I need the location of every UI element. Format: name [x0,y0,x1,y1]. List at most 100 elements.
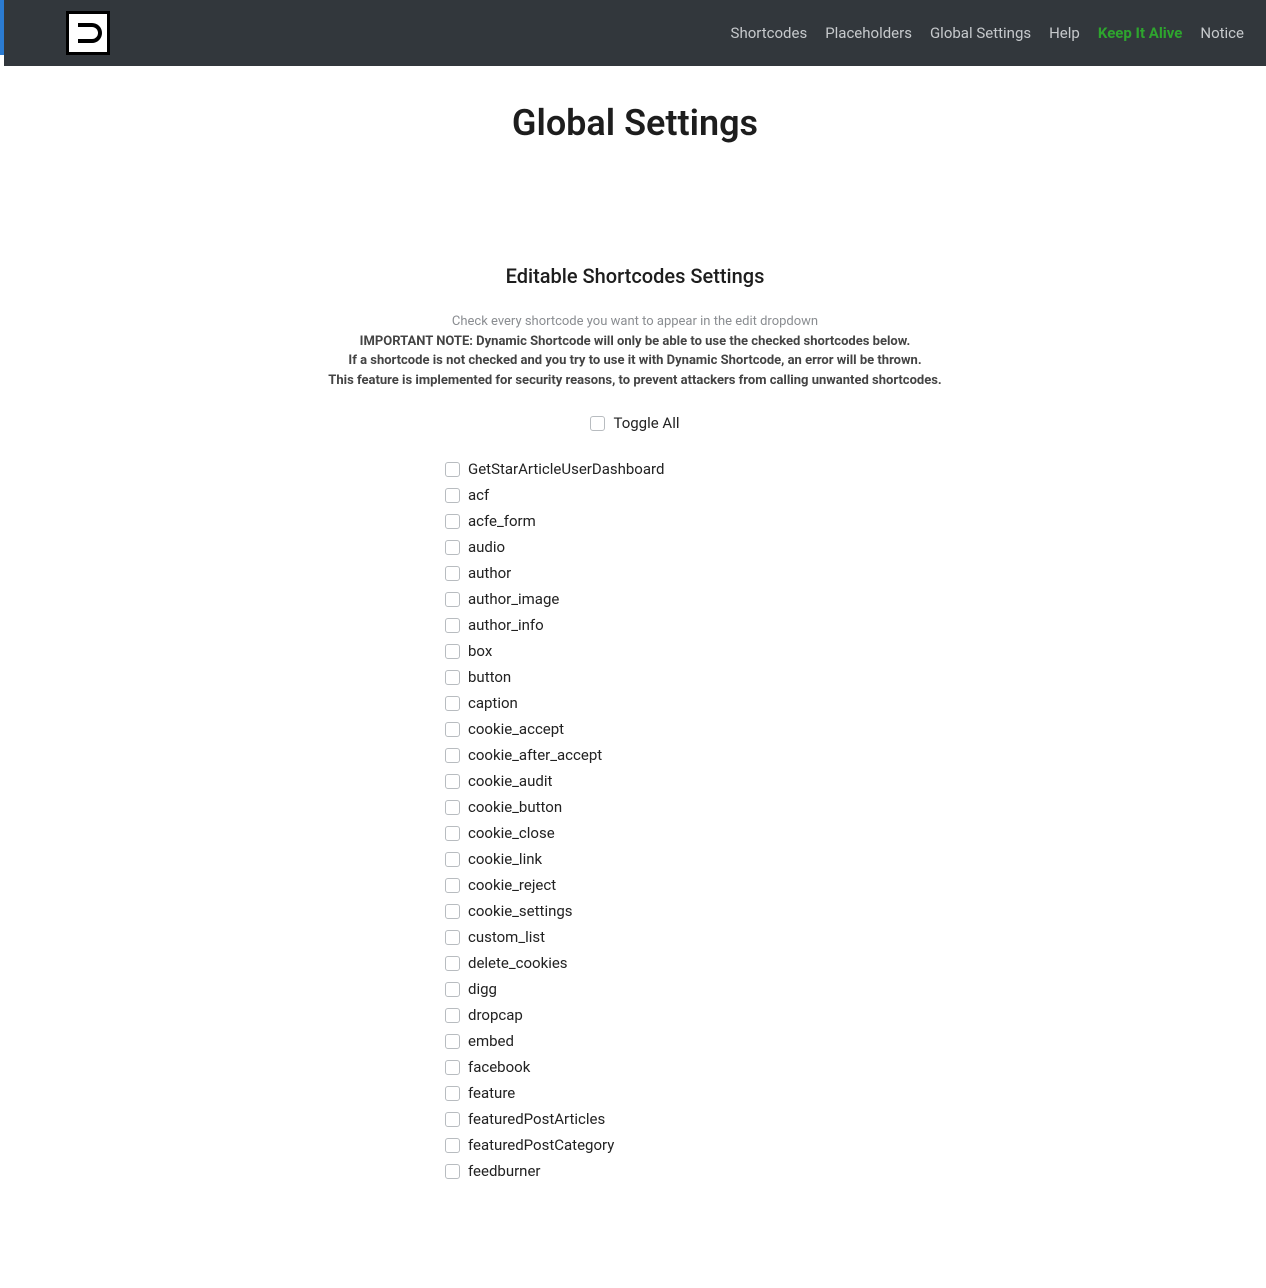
shortcode-row[interactable]: delete_cookies [445,950,825,976]
shortcode-label: digg [468,980,497,998]
shortcode-checkbox[interactable] [445,774,460,789]
shortcode-checkbox[interactable] [445,982,460,997]
desc-bold-2: If a shortcode is not checked and you tr… [44,351,1226,371]
shortcode-row[interactable]: embed [445,1028,825,1054]
nav-item[interactable]: Keep It Alive [1096,20,1185,46]
shortcode-label: featuredPostArticles [468,1110,605,1128]
shortcode-checkbox[interactable] [445,462,460,477]
shortcode-checkbox[interactable] [445,1086,460,1101]
shortcode-row[interactable]: GetStarArticleUserDashboard [445,456,825,482]
shortcode-label: author_image [468,590,559,608]
shortcode-row[interactable]: featuredPostCategory [445,1132,825,1158]
shortcode-checkbox[interactable] [445,1060,460,1075]
toggle-all-label: Toggle All [613,414,679,432]
desc-bold-3: This feature is implemented for security… [44,371,1226,391]
section-title: Editable Shortcodes Settings [44,264,1226,288]
shortcode-label: box [468,642,492,660]
shortcode-checkbox[interactable] [445,644,460,659]
shortcode-checkbox[interactable] [445,566,460,581]
shortcode-label: audio [468,538,505,556]
shortcode-row[interactable]: author [445,560,825,586]
shortcode-row[interactable]: caption [445,690,825,716]
nav-item[interactable]: Global Settings [928,20,1033,46]
shortcode-label: feature [468,1084,515,1102]
shortcode-row[interactable]: cookie_link [445,846,825,872]
desc-light: Check every shortcode you want to appear… [44,312,1226,332]
nav-item[interactable]: Help [1047,20,1082,46]
toggle-all-checkbox[interactable] [590,416,605,431]
nav-item[interactable]: Placeholders [823,20,914,46]
shortcode-label: featuredPostCategory [468,1136,614,1154]
shortcode-checkbox[interactable] [445,722,460,737]
shortcode-row[interactable]: featuredPostArticles [445,1106,825,1132]
shortcode-checkbox[interactable] [445,540,460,555]
shortcode-row[interactable]: cookie_button [445,794,825,820]
shortcode-row[interactable]: feedburner [445,1158,825,1184]
shortcode-label: cookie_link [468,850,542,868]
shortcode-row[interactable]: author_image [445,586,825,612]
shortcode-checkbox[interactable] [445,852,460,867]
shortcode-checkbox[interactable] [445,904,460,919]
shortcode-checkbox[interactable] [445,930,460,945]
shortcode-row[interactable]: cookie_audit [445,768,825,794]
shortcode-row[interactable]: cookie_settings [445,898,825,924]
shortcode-checkbox[interactable] [445,1034,460,1049]
shortcode-label: cookie_after_accept [468,746,602,764]
shortcode-checkbox[interactable] [445,1008,460,1023]
shortcode-row[interactable]: digg [445,976,825,1002]
shortcode-row[interactable]: author_info [445,612,825,638]
shortcode-row[interactable]: audio [445,534,825,560]
shortcode-label: cookie_reject [468,876,556,894]
shortcode-checkbox[interactable] [445,618,460,633]
shortcode-checkbox[interactable] [445,514,460,529]
shortcode-label: author_info [468,616,544,634]
shortcode-checkbox[interactable] [445,826,460,841]
shortcode-label: custom_list [468,928,545,946]
shortcode-label: cookie_close [468,824,555,842]
shortcode-label: GetStarArticleUserDashboard [468,460,664,478]
shortcode-checkbox[interactable] [445,800,460,815]
toggle-all-row[interactable]: Toggle All [44,414,1226,432]
shortcode-list: GetStarArticleUserDashboard acf acfe_forma… [445,456,825,1184]
shortcode-checkbox[interactable] [445,748,460,763]
shortcode-label: cookie_button [468,798,562,816]
shortcode-row[interactable]: button [445,664,825,690]
shortcode-row[interactable]: box [445,638,825,664]
shortcode-label: caption [468,694,518,712]
shortcode-row[interactable]: cookie_after_accept [445,742,825,768]
shortcode-label: cookie_settings [468,902,573,920]
shortcode-checkbox[interactable] [445,488,460,503]
nav-item[interactable]: Notice [1198,20,1246,46]
shortcode-label: cookie_audit [468,772,552,790]
shortcode-checkbox[interactable] [445,696,460,711]
content-area: Global Settings Editable Shortcodes Sett… [4,66,1266,1224]
left-accent-strip [0,0,4,55]
shortcode-checkbox[interactable] [445,592,460,607]
shortcode-label: feedburner [468,1162,541,1180]
shortcode-row[interactable]: feature [445,1080,825,1106]
shortcode-label: acf [468,486,489,504]
shortcode-row[interactable]: cookie_accept [445,716,825,742]
nav-item[interactable]: Shortcodes [729,20,810,46]
shortcode-checkbox[interactable] [445,1138,460,1153]
shortcode-label: embed [468,1032,514,1050]
desc-bold-1: IMPORTANT NOTE: Dynamic Shortcode will o… [44,332,1226,352]
shortcode-checkbox[interactable] [445,1112,460,1127]
shortcode-checkbox[interactable] [445,1164,460,1179]
shortcode-label: dropcap [468,1006,523,1024]
shortcode-label: facebook [468,1058,530,1076]
shortcode-row[interactable]: facebook [445,1054,825,1080]
shortcode-checkbox[interactable] [445,670,460,685]
shortcode-row[interactable]: custom_list [445,924,825,950]
shortcode-row[interactable]: acfe_form [445,508,825,534]
shortcode-label: cookie_accept [468,720,564,738]
shortcode-checkbox[interactable] [445,878,460,893]
description-block: Check every shortcode you want to appear… [44,312,1226,390]
shortcode-row[interactable]: cookie_close [445,820,825,846]
shortcode-row[interactable]: acf [445,482,825,508]
shortcode-checkbox[interactable] [445,956,460,971]
shortcode-row[interactable]: dropcap [445,1002,825,1028]
shortcode-row[interactable]: cookie_reject [445,872,825,898]
top-nav: Shortcodes Placeholders Global Settings Hel… [729,20,1246,46]
top-bar: Shortcodes Placeholders Global Settings Hel… [4,0,1266,66]
